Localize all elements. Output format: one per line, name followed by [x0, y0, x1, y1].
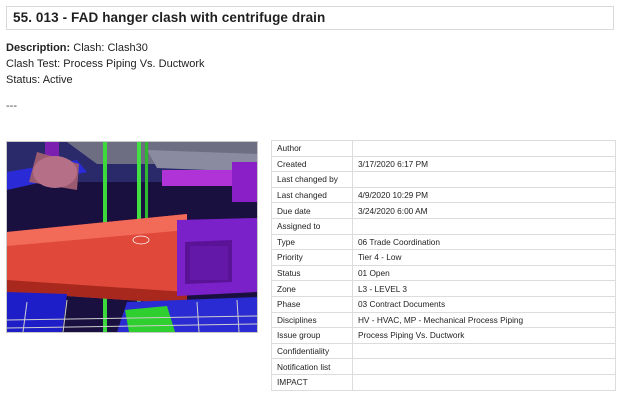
property-row: Assigned to: [271, 217, 617, 235]
description-value: Clash: Clash30: [73, 42, 148, 54]
clash-3d-view-icon: [7, 142, 257, 332]
property-label: Due date: [271, 202, 353, 219]
description-line: Description: Clash: Clash30: [6, 40, 204, 56]
property-value: [351, 358, 617, 375]
property-label: Assigned to: [271, 217, 353, 235]
property-label: Last changed: [271, 186, 353, 204]
property-value: 3/17/2020 6:17 PM: [351, 155, 617, 173]
property-label: Status: [271, 264, 353, 282]
property-label: Issue group: [271, 327, 353, 344]
issue-title: 55. 013 - FAD hanger clash with centrifu…: [13, 10, 326, 25]
issue-title-box: 55. 013 - FAD hanger clash with centrifu…: [6, 6, 614, 30]
property-row: Zone L3 - LEVEL 3: [271, 280, 617, 297]
property-label: Author: [271, 140, 353, 157]
property-row: IMPACT: [271, 373, 617, 391]
property-row: Issue group Process Piping Vs. Ductwork: [271, 327, 617, 344]
property-row: Author: [271, 140, 617, 157]
property-label: Confidentiality: [271, 342, 353, 360]
property-value: L3 - LEVEL 3: [351, 280, 617, 297]
property-row: Status 01 Open: [271, 264, 617, 282]
property-value: HV - HVAC, MP - Mechanical Process Pipin…: [351, 311, 617, 329]
property-row: Created 3/17/2020 6:17 PM: [271, 155, 617, 173]
property-label: Notification list: [271, 358, 353, 375]
property-label: Priority: [271, 249, 353, 266]
property-label: Zone: [271, 280, 353, 297]
property-value: 01 Open: [351, 264, 617, 282]
issue-meta: Description: Clash: Clash30 Clash Test: …: [6, 40, 204, 88]
property-label: Phase: [271, 295, 353, 313]
property-row: Phase 03 Contract Documents: [271, 295, 617, 313]
property-value: [351, 217, 617, 235]
property-label: IMPACT: [271, 373, 353, 391]
property-value: Tier 4 - Low: [351, 249, 617, 266]
status-line: Status: Active: [6, 74, 73, 86]
property-row: Notification list: [271, 358, 617, 375]
property-row: Priority Tier 4 - Low: [271, 249, 617, 266]
property-label: Type: [271, 233, 353, 251]
property-label: Created: [271, 155, 353, 173]
separator: ---: [6, 100, 17, 112]
properties-table: Author Created 3/17/2020 6:17 PM Last chang…: [271, 140, 617, 391]
property-value: Process Piping Vs. Ductwork: [351, 327, 617, 344]
property-row: Last changed by: [271, 171, 617, 188]
property-value: 3/24/2020 6:00 AM: [351, 202, 617, 219]
property-row: Due date 3/24/2020 6:00 AM: [271, 202, 617, 219]
property-value: 4/9/2020 10:29 PM: [351, 186, 617, 204]
description-label: Description:: [6, 42, 71, 54]
property-value: [351, 171, 617, 188]
clash-test-line: Clash Test: Process Piping Vs. Ductwork: [6, 58, 205, 70]
clash-viewpoint-image[interactable]: [6, 141, 258, 333]
property-label: Last changed by: [271, 171, 353, 188]
property-row: Last changed 4/9/2020 10:29 PM: [271, 186, 617, 204]
property-label: Disciplines: [271, 311, 353, 329]
property-row: Type 06 Trade Coordination: [271, 233, 617, 251]
property-value: [351, 373, 617, 391]
property-value: 03 Contract Documents: [351, 295, 617, 313]
property-value: [351, 140, 617, 157]
property-row: Confidentiality: [271, 342, 617, 360]
property-value: 06 Trade Coordination: [351, 233, 617, 251]
property-value: [351, 342, 617, 360]
property-row: Disciplines HV - HVAC, MP - Mechanical Pr…: [271, 311, 617, 329]
